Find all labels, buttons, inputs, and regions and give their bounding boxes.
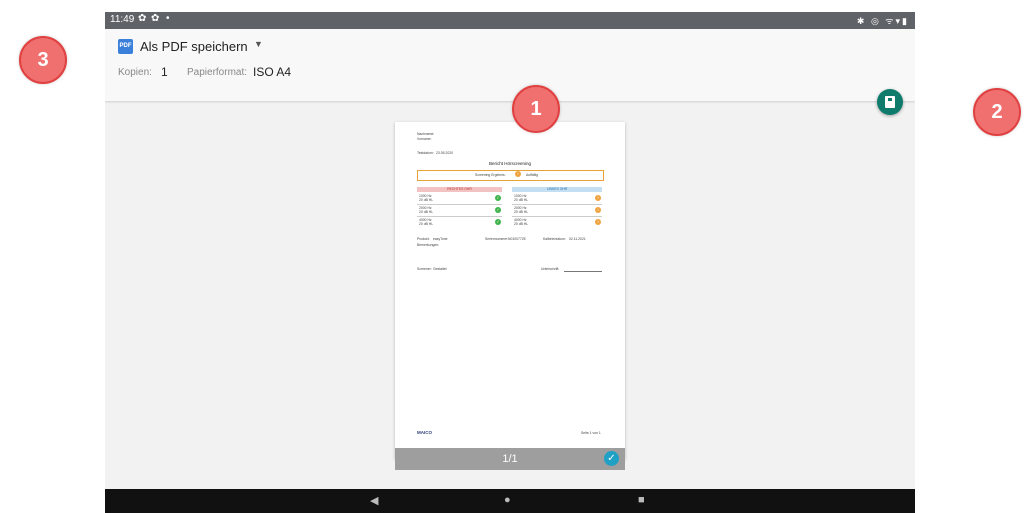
firstname-label: Vorname: [417, 137, 432, 141]
screener-value: Gestaltet [433, 267, 447, 271]
signature-line [564, 271, 602, 272]
level: 20 dB HL [419, 198, 434, 202]
chevron-down-icon[interactable]: ▼ [254, 39, 263, 49]
copies-value[interactable]: 1 [161, 65, 168, 79]
tablet-screen: 11:49 ✿ ✿ • ✱ ◎ ᯤ▾▮ PDF Als PDF speicher… [105, 12, 915, 513]
right-ear-header: RECHTES OHR [417, 187, 502, 192]
warning-icon: ! [515, 171, 521, 177]
callout-badge-1: 1 [512, 85, 560, 133]
product-label: Produkt: [417, 237, 430, 241]
level: 20 dB HL [514, 222, 529, 226]
report-title: Bericht Hörscreening [488, 161, 532, 166]
left-ear-row: 2000 Hz 20 dB HL ! [512, 206, 602, 215]
warning-icon: ! [595, 195, 601, 201]
page-indicator-bar: 1/1 ✓ [395, 448, 625, 470]
testdate-value: 23.05.2020 [436, 151, 453, 155]
check-icon: ✓ [495, 219, 501, 225]
calibration-label: Kalibrierdatum: [543, 237, 566, 241]
serial-value: N0100772E [508, 237, 526, 241]
signature-label: Unterschrift: [541, 267, 560, 271]
callout-badge-3: 3 [19, 36, 67, 84]
left-ear-row: 4000 Hz 20 dB HL ! [512, 218, 602, 227]
android-nav-bar: ◀ ● ■ [105, 489, 915, 513]
level: 20 dB HL [514, 210, 529, 214]
page-selected-check-icon[interactable]: ✓ [604, 451, 619, 466]
maico-logo: MAICO [417, 430, 432, 435]
divider [417, 204, 502, 205]
right-ear-row: 2000 Hz 20 dB HL ✓ [417, 206, 502, 215]
page-indicator: 1/1 [502, 453, 518, 465]
save-pdf-button[interactable] [877, 89, 903, 115]
status-icons: ✱ ◎ ᯤ▾▮ [856, 16, 909, 26]
right-ear-row: 1000 Hz 20 dB HL ✓ [417, 194, 502, 203]
divider [512, 204, 602, 205]
calibration-value: 02.11.2021 [569, 237, 586, 241]
warning-icon: ! [595, 207, 601, 213]
testdate-label: Testdatum: [417, 151, 434, 155]
paper-format-label: Papierformat: [187, 67, 248, 78]
settings-icon: ✿ [138, 13, 147, 24]
divider [512, 216, 602, 217]
left-ear-row: 1000 Hz 20 dB HL ! [512, 194, 602, 203]
left-ear-header: LINKES OHR [512, 187, 602, 192]
right-ear-row: 4000 Hz 20 dB HL ✓ [417, 218, 502, 227]
lastname-label: Nachname: [417, 132, 435, 136]
result-value: Auffällig [526, 173, 539, 177]
result-box [417, 170, 604, 181]
recents-icon[interactable]: ■ [638, 494, 645, 506]
product-value: easyTone [433, 237, 448, 241]
back-icon[interactable]: ◀ [370, 494, 378, 507]
printer-select[interactable]: Als PDF speichern [140, 39, 248, 54]
serial-label: Seriennummer: [485, 237, 509, 241]
page-footer: Seite 1 von 1 [581, 431, 601, 435]
status-bar: 11:49 ✿ ✿ • ✱ ◎ ᯤ▾▮ [105, 12, 915, 29]
warning-icon: ! [595, 219, 601, 225]
result-label: Screening Ergebnis: [475, 173, 506, 177]
dot-icon: • [166, 13, 170, 24]
check-icon: ✓ [495, 195, 501, 201]
status-time: 11:49 [110, 14, 135, 25]
level: 20 dB HL [514, 198, 529, 202]
screener-label: Screener: [417, 267, 432, 271]
print-options-bar: PDF Als PDF speichern ▼ Kopien: 1 Papier… [105, 29, 915, 101]
paper-format-value[interactable]: ISO A4 [253, 65, 291, 79]
home-icon[interactable]: ● [504, 494, 511, 506]
level: 20 dB HL [419, 210, 434, 214]
divider [417, 216, 502, 217]
print-preview-page[interactable]: Nachname: Vorname: Testdatum: 23.05.2020… [395, 122, 625, 459]
pdf-icon: PDF [118, 39, 133, 54]
copies-label: Kopien: [118, 67, 152, 78]
callout-badge-2: 2 [973, 88, 1021, 136]
remarks-label: Bemerkungen: [417, 243, 440, 247]
save-pdf-icon [885, 96, 895, 108]
settings-icon: ✿ [151, 13, 160, 24]
check-icon: ✓ [495, 207, 501, 213]
level: 20 dB HL [419, 222, 434, 226]
